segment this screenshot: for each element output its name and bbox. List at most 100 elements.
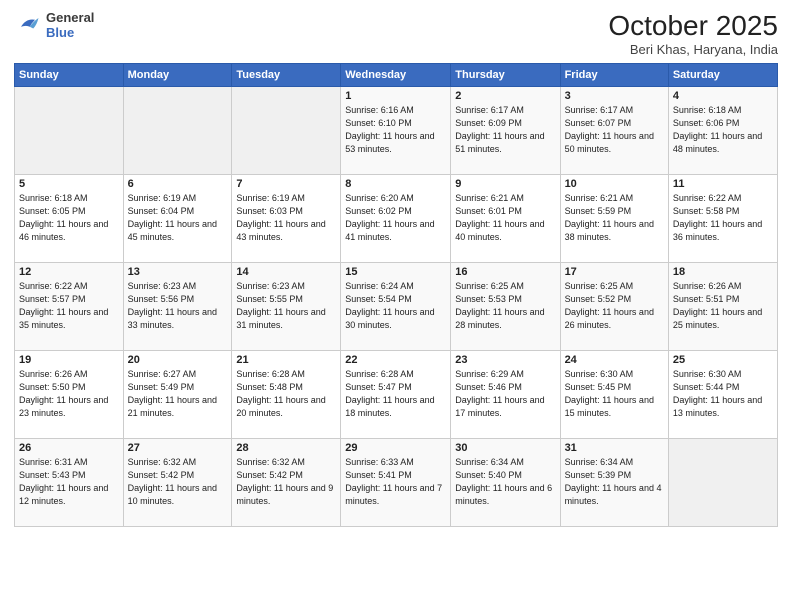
sunrise-text: Sunrise: 6:26 AM	[19, 368, 119, 381]
cell-date: 20	[128, 354, 228, 366]
cell-date: 13	[128, 266, 228, 278]
sunset-text: Sunset: 5:53 PM	[455, 293, 555, 306]
table-row: 6Sunrise: 6:19 AMSunset: 6:04 PMDaylight…	[123, 175, 232, 263]
header-sunday: Sunday	[15, 64, 124, 87]
sunrise-text: Sunrise: 6:28 AM	[345, 368, 446, 381]
cell-info: Sunrise: 6:21 AMSunset: 6:01 PMDaylight:…	[455, 192, 555, 244]
sunset-text: Sunset: 5:54 PM	[345, 293, 446, 306]
table-row: 18Sunrise: 6:26 AMSunset: 5:51 PMDayligh…	[668, 263, 777, 351]
cell-info: Sunrise: 6:28 AMSunset: 5:47 PMDaylight:…	[345, 368, 446, 420]
table-row: 9 Sunrise: 6:21 AMSunset: 6:01 PMDaylight…	[451, 175, 560, 263]
daylight-text: Daylight: 11 hours and 6 minutes.	[455, 482, 555, 508]
daylight-text: Daylight: 11 hours and 41 minutes.	[345, 218, 446, 244]
cell-date: 26	[19, 442, 119, 454]
sunrise-text: Sunrise: 6:21 AM	[565, 192, 664, 205]
daylight-text: Daylight: 11 hours and 38 minutes.	[565, 218, 664, 244]
table-row: 7Sunrise: 6:19 AMSunset: 6:03 PMDaylight…	[232, 175, 341, 263]
header: General Blue October 2025 Beri Khas, Har…	[14, 10, 778, 57]
cell-date: 27	[128, 442, 228, 454]
cell-date: 29	[345, 442, 446, 454]
page: General Blue October 2025 Beri Khas, Har…	[0, 0, 792, 612]
sunset-text: Sunset: 5:45 PM	[565, 381, 664, 394]
calendar-body: 1 Sunrise: 6:16 AMSunset: 6:10 PMDaylight…	[15, 87, 778, 527]
table-row	[232, 87, 341, 175]
table-row: 28 Sunrise: 6:32 AMSunset: 5:42 PMDayligh…	[232, 439, 341, 527]
sunrise-text: Sunrise: 6:23 AM	[128, 280, 228, 293]
sunrise-text: Sunrise: 6:34 AM	[565, 456, 664, 469]
header-tuesday: Tuesday	[232, 64, 341, 87]
logo: General Blue	[14, 10, 94, 40]
sunrise-text: Sunrise: 6:32 AM	[236, 456, 336, 469]
cell-date: 23	[455, 354, 555, 366]
sunset-text: Sunset: 6:02 PM	[345, 205, 446, 218]
daylight-text: Daylight: 11 hours and 15 minutes.	[565, 394, 664, 420]
cell-info: Sunrise: 6:22 AMSunset: 5:58 PMDaylight:…	[673, 192, 773, 244]
cell-info: Sunrise: 6:32 AMSunset: 5:42 PMDaylight:…	[236, 456, 336, 508]
cell-date: 17	[565, 266, 664, 278]
sunset-text: Sunset: 5:47 PM	[345, 381, 446, 394]
cell-date: 24	[565, 354, 664, 366]
daylight-text: Daylight: 11 hours and 7 minutes.	[345, 482, 446, 508]
cell-date: 18	[673, 266, 773, 278]
table-row: 22Sunrise: 6:28 AMSunset: 5:47 PMDayligh…	[341, 351, 451, 439]
table-row: 5Sunrise: 6:18 AMSunset: 6:05 PMDaylight…	[15, 175, 124, 263]
sunrise-text: Sunrise: 6:28 AM	[236, 368, 336, 381]
cell-date: 11	[673, 178, 773, 190]
daylight-text: Daylight: 11 hours and 30 minutes.	[345, 306, 446, 332]
table-row	[123, 87, 232, 175]
sunrise-text: Sunrise: 6:21 AM	[455, 192, 555, 205]
sunset-text: Sunset: 5:41 PM	[345, 469, 446, 482]
daylight-text: Daylight: 11 hours and 4 minutes.	[565, 482, 664, 508]
cell-info: Sunrise: 6:30 AMSunset: 5:44 PMDaylight:…	[673, 368, 773, 420]
sunrise-text: Sunrise: 6:25 AM	[565, 280, 664, 293]
calendar-week-row: 12Sunrise: 6:22 AMSunset: 5:57 PMDayligh…	[15, 263, 778, 351]
header-monday: Monday	[123, 64, 232, 87]
table-row: 26Sunrise: 6:31 AMSunset: 5:43 PMDayligh…	[15, 439, 124, 527]
cell-info: Sunrise: 6:16 AMSunset: 6:10 PMDaylight:…	[345, 104, 446, 156]
sunset-text: Sunset: 6:09 PM	[455, 117, 555, 130]
calendar-week-row: 19Sunrise: 6:26 AMSunset: 5:50 PMDayligh…	[15, 351, 778, 439]
calendar-week-row: 5Sunrise: 6:18 AMSunset: 6:05 PMDaylight…	[15, 175, 778, 263]
table-row: 29Sunrise: 6:33 AMSunset: 5:41 PMDayligh…	[341, 439, 451, 527]
table-row: 2Sunrise: 6:17 AMSunset: 6:09 PMDaylight…	[451, 87, 560, 175]
sunset-text: Sunset: 5:39 PM	[565, 469, 664, 482]
cell-info: Sunrise: 6:26 AMSunset: 5:50 PMDaylight:…	[19, 368, 119, 420]
sunrise-text: Sunrise: 6:26 AM	[673, 280, 773, 293]
daylight-text: Daylight: 11 hours and 20 minutes.	[236, 394, 336, 420]
sunset-text: Sunset: 5:48 PM	[236, 381, 336, 394]
cell-info: Sunrise: 6:32 AMSunset: 5:42 PMDaylight:…	[128, 456, 228, 508]
header-wednesday: Wednesday	[341, 64, 451, 87]
sunset-text: Sunset: 5:56 PM	[128, 293, 228, 306]
sunrise-text: Sunrise: 6:19 AM	[236, 192, 336, 205]
cell-info: Sunrise: 6:17 AMSunset: 6:07 PMDaylight:…	[565, 104, 664, 156]
sunrise-text: Sunrise: 6:30 AM	[673, 368, 773, 381]
cell-date: 28	[236, 442, 336, 454]
sunset-text: Sunset: 5:42 PM	[236, 469, 336, 482]
sunset-text: Sunset: 5:55 PM	[236, 293, 336, 306]
cell-date: 14	[236, 266, 336, 278]
cell-date: 9	[455, 178, 555, 190]
cell-date: 15	[345, 266, 446, 278]
daylight-text: Daylight: 11 hours and 12 minutes.	[19, 482, 119, 508]
cell-date: 16	[455, 266, 555, 278]
cell-info: Sunrise: 6:29 AMSunset: 5:46 PMDaylight:…	[455, 368, 555, 420]
sunrise-text: Sunrise: 6:27 AM	[128, 368, 228, 381]
sunset-text: Sunset: 5:49 PM	[128, 381, 228, 394]
cell-info: Sunrise: 6:30 AMSunset: 5:45 PMDaylight:…	[565, 368, 664, 420]
daylight-text: Daylight: 11 hours and 48 minutes.	[673, 130, 773, 156]
table-row: 17Sunrise: 6:25 AMSunset: 5:52 PMDayligh…	[560, 263, 668, 351]
table-row	[15, 87, 124, 175]
logo-text: General Blue	[46, 10, 94, 40]
daylight-text: Daylight: 11 hours and 51 minutes.	[455, 130, 555, 156]
cell-date: 2	[455, 90, 555, 102]
daylight-text: Daylight: 11 hours and 26 minutes.	[565, 306, 664, 332]
cell-date: 1	[345, 90, 446, 102]
sunset-text: Sunset: 6:03 PM	[236, 205, 336, 218]
cell-info: Sunrise: 6:18 AMSunset: 6:06 PMDaylight:…	[673, 104, 773, 156]
cell-info: Sunrise: 6:25 AMSunset: 5:53 PMDaylight:…	[455, 280, 555, 332]
sunrise-text: Sunrise: 6:30 AM	[565, 368, 664, 381]
sunrise-text: Sunrise: 6:24 AM	[345, 280, 446, 293]
daylight-text: Daylight: 11 hours and 53 minutes.	[345, 130, 446, 156]
sunrise-text: Sunrise: 6:22 AM	[673, 192, 773, 205]
sunrise-text: Sunrise: 6:16 AM	[345, 104, 446, 117]
